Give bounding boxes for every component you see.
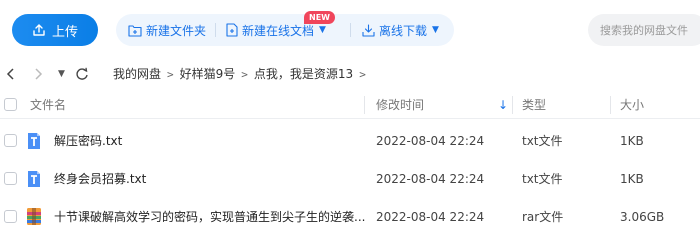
- new-folder-button[interactable]: 新建文件夹: [128, 14, 206, 46]
- history-dropdown-icon[interactable]: ▼: [58, 65, 65, 83]
- column-divider[interactable]: [364, 96, 365, 114]
- file-size: 1KB: [620, 172, 644, 186]
- chevron-down-icon: ▼: [432, 25, 439, 35]
- file-modified: 2022-08-04 22:24: [376, 134, 485, 148]
- upload-label: 上传: [51, 24, 78, 40]
- action-group: 新建文件夹 新建在线文档 ▼ 离线下载 ▼: [116, 14, 454, 46]
- breadcrumb-item[interactable]: 好样猫9号: [180, 67, 236, 81]
- refresh-icon[interactable]: [75, 65, 89, 88]
- select-all-checkbox[interactable]: [4, 98, 17, 111]
- new-folder-label: 新建文件夹: [146, 23, 207, 38]
- txt-file-icon: [28, 171, 40, 187]
- new-online-doc-label: 新建在线文档: [242, 23, 315, 38]
- file-type: txt文件: [522, 172, 563, 186]
- breadcrumb-separator-icon: >: [359, 68, 366, 81]
- new-badge: NEW: [304, 11, 335, 24]
- file-type: rar文件: [522, 210, 564, 224]
- download-icon: [362, 23, 375, 37]
- column-divider[interactable]: [512, 96, 513, 114]
- upload-icon: [33, 24, 45, 36]
- txt-file-icon: [28, 133, 40, 149]
- column-header-type[interactable]: 类型: [522, 97, 546, 113]
- column-divider[interactable]: [610, 96, 611, 114]
- chevron-down-icon: ▼: [319, 25, 326, 35]
- breadcrumb: 我的网盘 > 好样猫9号 > 点我，我是资源13 >: [113, 65, 372, 84]
- offline-download-button[interactable]: 离线下载 ▼: [362, 14, 439, 46]
- search-placeholder: 搜索我的网盘文件: [600, 24, 688, 37]
- table-row[interactable]: 终身会员招募.txt 2022-08-04 22:24 txt文件 1KB: [0, 161, 700, 197]
- back-arrow-icon[interactable]: [6, 65, 16, 88]
- breadcrumb-separator-icon: >: [241, 68, 248, 81]
- row-checkbox[interactable]: [4, 172, 17, 185]
- upload-button[interactable]: 上传: [12, 14, 98, 46]
- table-row[interactable]: 十节课破解高效学习的密码，实现普通生到尖子生的逆袭... 2022-08-04 …: [0, 199, 700, 235]
- row-checkbox[interactable]: [4, 210, 17, 223]
- table-header: 文件名 修改时间 ↓ 类型 大小: [0, 92, 700, 119]
- offline-download-label: 离线下载: [379, 23, 428, 38]
- column-header-name[interactable]: 文件名: [30, 97, 66, 113]
- column-header-size[interactable]: 大小: [620, 97, 644, 113]
- search-input[interactable]: 搜索我的网盘文件: [588, 14, 700, 46]
- new-doc-icon: [226, 23, 238, 37]
- breadcrumb-item[interactable]: 点我，我是资源13: [254, 67, 353, 81]
- breadcrumb-separator-icon: >: [167, 68, 174, 81]
- breadcrumb-item[interactable]: 我的网盘: [113, 67, 161, 81]
- navigation-bar: ▼ 我的网盘 > 好样猫9号 > 点我，我是资源13 >: [0, 60, 700, 88]
- file-size: 1KB: [620, 134, 644, 148]
- rar-file-icon: [27, 208, 41, 225]
- file-modified: 2022-08-04 22:24: [376, 172, 485, 186]
- toolbar: 上传 新建文件夹 新建在线文档 ▼ 离线下载 ▼ NEW 搜索我的网盘文件: [0, 0, 700, 60]
- file-size: 3.06GB: [620, 210, 665, 224]
- file-name[interactable]: 解压密码.txt: [54, 133, 122, 149]
- divider: [215, 23, 216, 37]
- row-checkbox[interactable]: [4, 134, 17, 147]
- divider: [350, 23, 351, 37]
- forward-arrow-icon[interactable]: [33, 65, 43, 88]
- new-folder-icon: [128, 24, 142, 37]
- table-row[interactable]: 解压密码.txt 2022-08-04 22:24 txt文件 1KB: [0, 123, 700, 159]
- file-type: txt文件: [522, 134, 563, 148]
- file-name[interactable]: 十节课破解高效学习的密码，实现普通生到尖子生的逆袭...: [54, 209, 365, 225]
- sort-arrow-icon[interactable]: ↓: [498, 97, 508, 113]
- file-name[interactable]: 终身会员招募.txt: [54, 171, 146, 187]
- column-header-modified[interactable]: 修改时间: [376, 97, 424, 113]
- file-modified: 2022-08-04 22:24: [376, 210, 485, 224]
